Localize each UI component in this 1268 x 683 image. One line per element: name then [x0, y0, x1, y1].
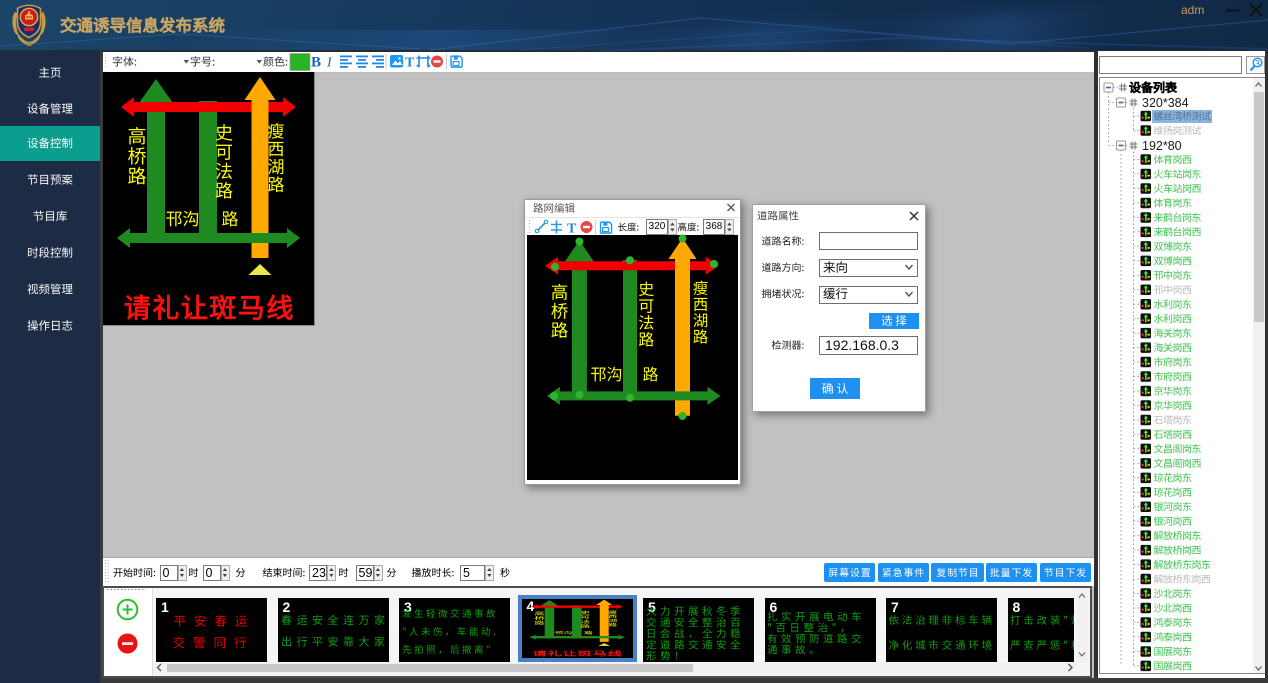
svg-text:T: T	[405, 56, 415, 71]
svg-text:B: B	[311, 55, 321, 71]
svg-text:T: T	[567, 222, 577, 237]
svg-text:I: I	[326, 56, 333, 71]
